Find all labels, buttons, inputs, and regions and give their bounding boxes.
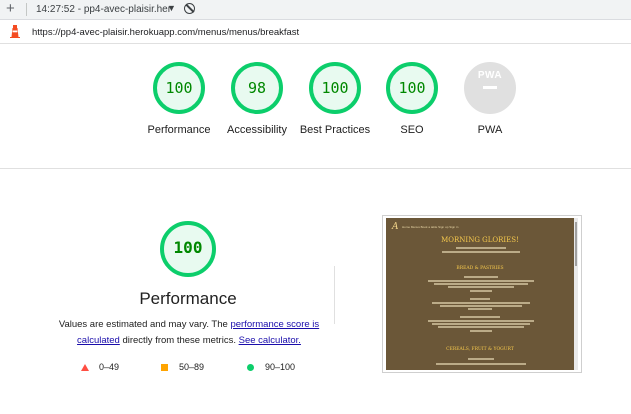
thumb-text-line	[434, 283, 528, 285]
performance-description: Values are estimated and may vary. The p…	[56, 317, 322, 349]
fail-triangle-icon	[81, 364, 89, 371]
thumb-text-line	[448, 286, 514, 288]
pwa-badge-icon: PWA	[464, 70, 516, 89]
thumb-heading: MORNING GLORIES!	[441, 236, 519, 244]
pwa-badge-text: PWA	[477, 70, 503, 81]
pass-circle-icon	[247, 364, 254, 371]
average-square-icon	[161, 364, 168, 371]
tab-title[interactable]: 14:27:52 - pp4-avec-plaisir.her	[36, 4, 171, 15]
performance-title: Performance	[139, 289, 237, 308]
thumb-nav: Home Menus Book a table Sign up Sign in	[402, 225, 459, 229]
thumb-text-line	[438, 326, 524, 328]
block-icon[interactable]	[184, 3, 195, 14]
pwa-dash	[483, 86, 497, 89]
section-divider	[0, 168, 631, 169]
thumb-text-line	[432, 302, 530, 304]
lighthouse-icon	[10, 25, 20, 38]
thumb-text-line	[456, 247, 506, 249]
desc-text-2: directly from these metrics.	[119, 335, 239, 346]
thumb-text-line	[468, 358, 494, 360]
new-tab-plus-icon[interactable]: +	[6, 1, 15, 17]
url-bar: https://pp4-avec-plaisir.herokuapp.com/m…	[0, 20, 631, 44]
thumb-text-line	[470, 298, 490, 300]
gauge-score: 100	[398, 79, 426, 97]
thumb-text-line	[470, 330, 492, 332]
chevron-down-icon[interactable]: ▼	[167, 3, 176, 13]
gauge-score: 98	[247, 79, 267, 97]
gauge-label: Best Practices	[299, 124, 371, 136]
performance-score: 100	[173, 238, 203, 257]
thumb-text-line	[428, 280, 534, 282]
thumb-text-line	[460, 316, 500, 318]
thumb-text-line	[428, 320, 534, 322]
thumb-text-line	[468, 308, 492, 310]
thumb-section-2: CEREALS, FRUIT & YOGURT	[446, 347, 514, 352]
gauge-score: 100	[321, 79, 349, 97]
legend-pass: 90–100	[265, 362, 296, 372]
thumb-text-line	[442, 251, 520, 253]
thumb-text-line	[436, 363, 526, 365]
calculator-link[interactable]: See calculator.	[239, 335, 301, 346]
thumb-text-line	[470, 290, 492, 292]
thumb-section-1: BREAD & PASTRIES	[456, 266, 504, 271]
thumb-text-line	[432, 323, 530, 325]
gauge-label: PWA	[477, 124, 503, 136]
thumb-scrollbar[interactable]	[574, 218, 578, 370]
url-text[interactable]: https://pp4-avec-plaisir.herokuapp.com/m…	[32, 27, 299, 38]
vertical-divider	[334, 266, 335, 324]
legend-fail: 0–49	[99, 362, 120, 372]
thumb-text-line	[440, 305, 522, 307]
gauge-label: Accessibility	[227, 124, 287, 136]
browser-tab-bar: + 14:27:52 - pp4-avec-plaisir.her ▼	[0, 0, 631, 20]
page-screenshot[interactable]: A Home Menus Book a table Sign up Sign i…	[386, 218, 578, 370]
legend-average: 50–89	[179, 362, 205, 372]
tab-separator	[26, 3, 27, 16]
desc-text-1: Values are estimated and may vary. The	[58, 319, 231, 330]
thumb-logo: A	[392, 222, 399, 232]
gauge-score: 100	[165, 79, 193, 97]
thumb-text-line	[464, 276, 498, 278]
